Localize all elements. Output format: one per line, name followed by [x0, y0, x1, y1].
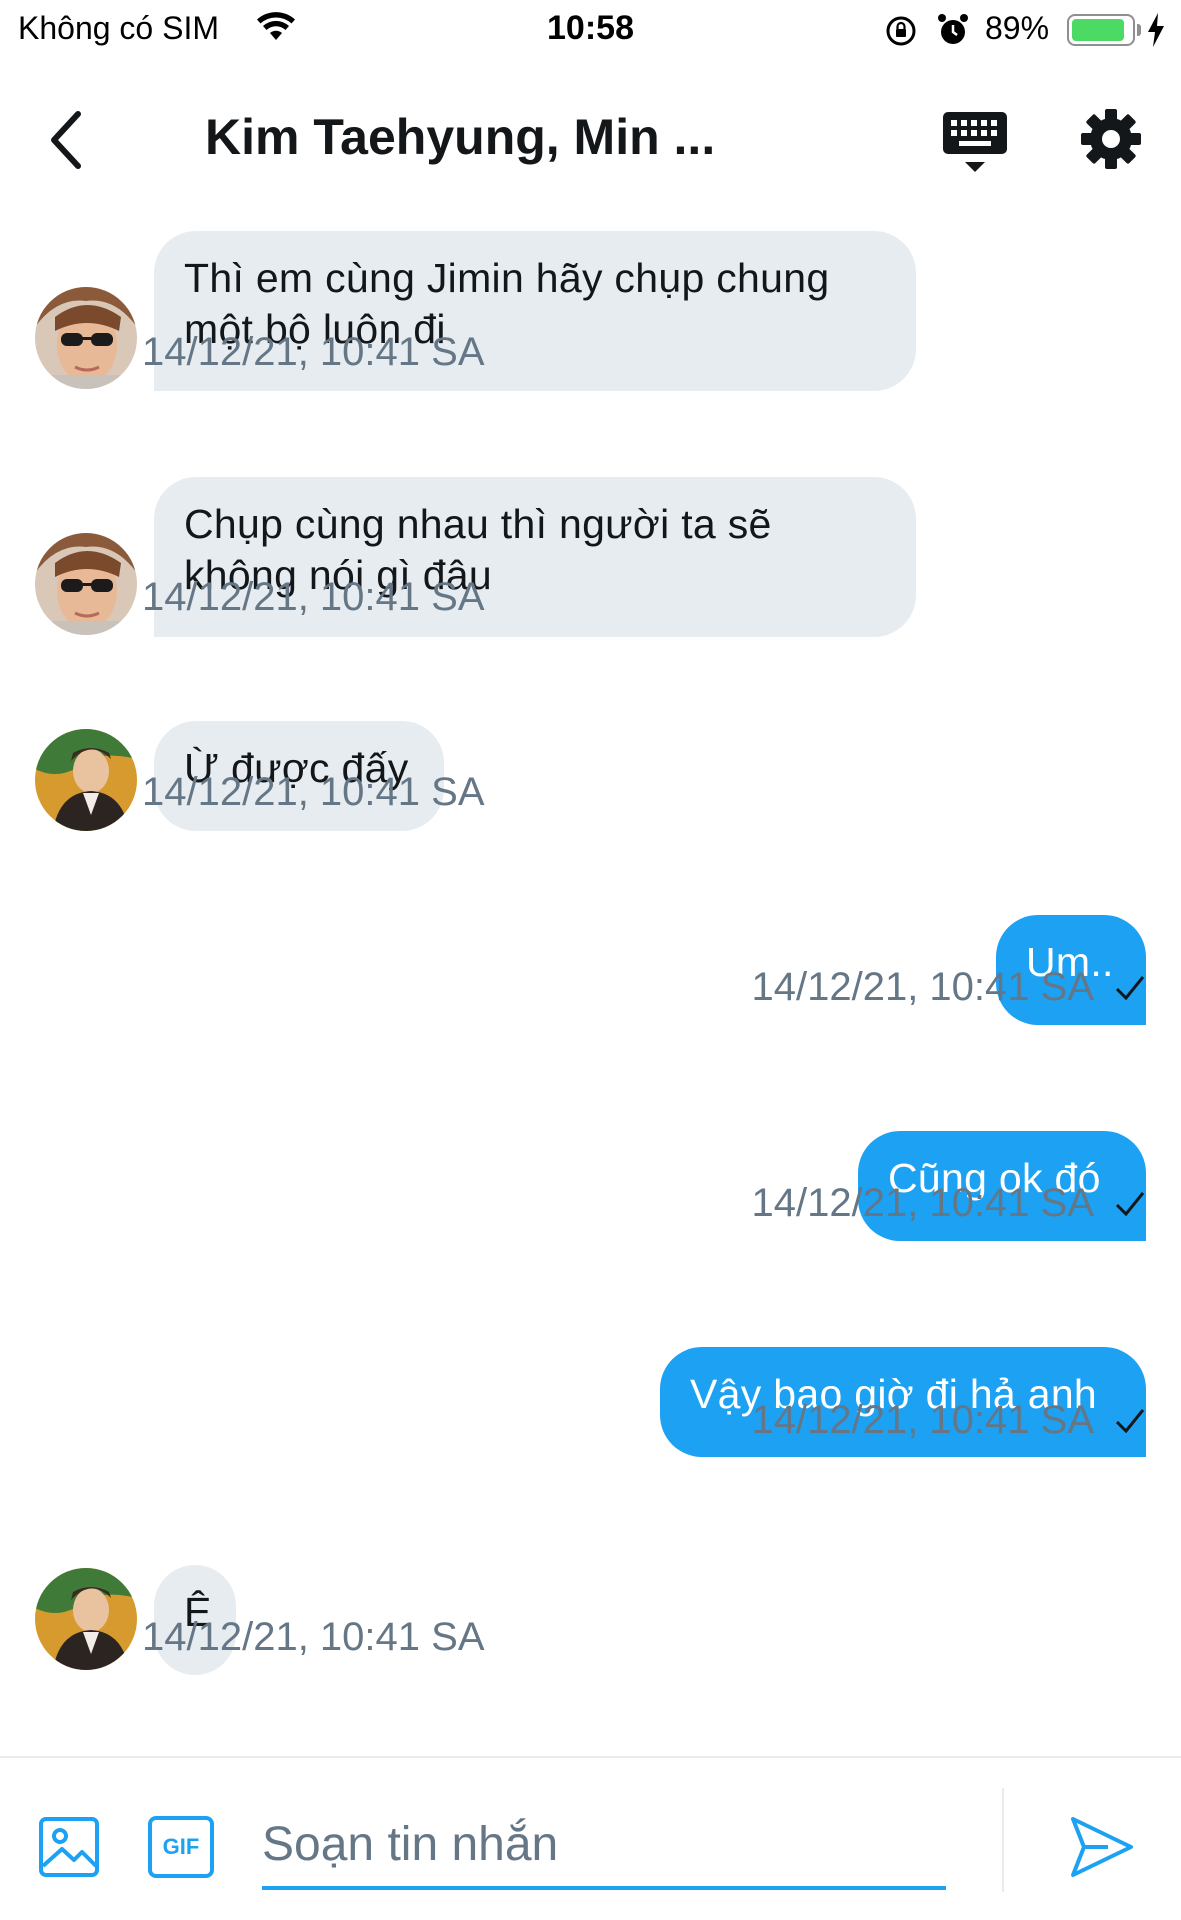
- avatar[interactable]: [35, 287, 137, 389]
- back-button[interactable]: [36, 100, 96, 180]
- message-timestamp: 14/12/21, 10:41 SA: [142, 330, 485, 374]
- avatar-sunglasses-image: [35, 287, 137, 389]
- conversation-header: Kim Taehyung, Min ...: [0, 70, 1181, 210]
- avatar[interactable]: [35, 533, 137, 635]
- battery-icon: [1067, 14, 1135, 46]
- composer-divider: [1002, 1788, 1004, 1892]
- gear-icon: [1081, 109, 1141, 169]
- keyboard-icon: [943, 112, 1007, 172]
- avatar[interactable]: [35, 1568, 137, 1670]
- avatar[interactable]: [35, 729, 137, 831]
- charging-bolt-icon: [1146, 12, 1166, 53]
- conversation-title[interactable]: Kim Taehyung, Min ...: [205, 108, 715, 166]
- gif-button[interactable]: GIF: [148, 1816, 214, 1878]
- message-timestamp: 14/12/21, 10:41 SA: [142, 770, 485, 814]
- battery-level-fill: [1072, 19, 1124, 41]
- sent-check-icon: [1115, 1191, 1145, 1216]
- send-icon: [1071, 1817, 1133, 1877]
- battery-cap: [1137, 24, 1141, 36]
- sent-check-icon: [1115, 975, 1145, 1000]
- back-chevron-icon: [51, 111, 81, 169]
- message-timestamp: 14/12/21, 10:41 SA: [751, 1398, 1095, 1442]
- add-photo-button[interactable]: [38, 1816, 100, 1878]
- message-timestamp: 14/12/21, 10:41 SA: [751, 965, 1095, 1009]
- message-timestamp: 14/12/21, 10:41 SA: [142, 575, 485, 619]
- message-timestamp-row: 14/12/21, 10:41 SA: [752, 1181, 1147, 1226]
- message-timestamp-row: 14/12/21, 10:41 SA: [752, 965, 1147, 1010]
- compose-message-input[interactable]: [262, 1802, 946, 1890]
- battery-percent: 89%: [985, 10, 1050, 46]
- alarm-icon: [936, 12, 970, 53]
- gif-icon: GIF: [162, 1834, 200, 1859]
- orientation-lock-icon: [884, 14, 918, 53]
- message-timestamp: 14/12/21, 10:41 SA: [751, 1181, 1095, 1225]
- settings-button[interactable]: [1078, 106, 1144, 172]
- message-timestamp-row: 14/12/21, 10:41 SA: [752, 1398, 1147, 1443]
- message-list[interactable]: Thì em cùng Jimin hãy chụp chung một bộ …: [0, 215, 1181, 1750]
- send-button[interactable]: [1068, 1814, 1136, 1880]
- keyboard-button[interactable]: [940, 108, 1010, 178]
- message-composer: GIF: [0, 1756, 1181, 1920]
- avatar-suit-image: [35, 1568, 137, 1670]
- message-timestamp: 14/12/21, 10:41 SA: [142, 1615, 485, 1659]
- avatar-sunglasses-image: [35, 533, 137, 635]
- status-bar: Không có SIM 10:58 89%: [0, 0, 1181, 60]
- image-icon: [39, 1817, 99, 1877]
- avatar-suit-image: [35, 729, 137, 831]
- sent-check-icon: [1115, 1408, 1145, 1433]
